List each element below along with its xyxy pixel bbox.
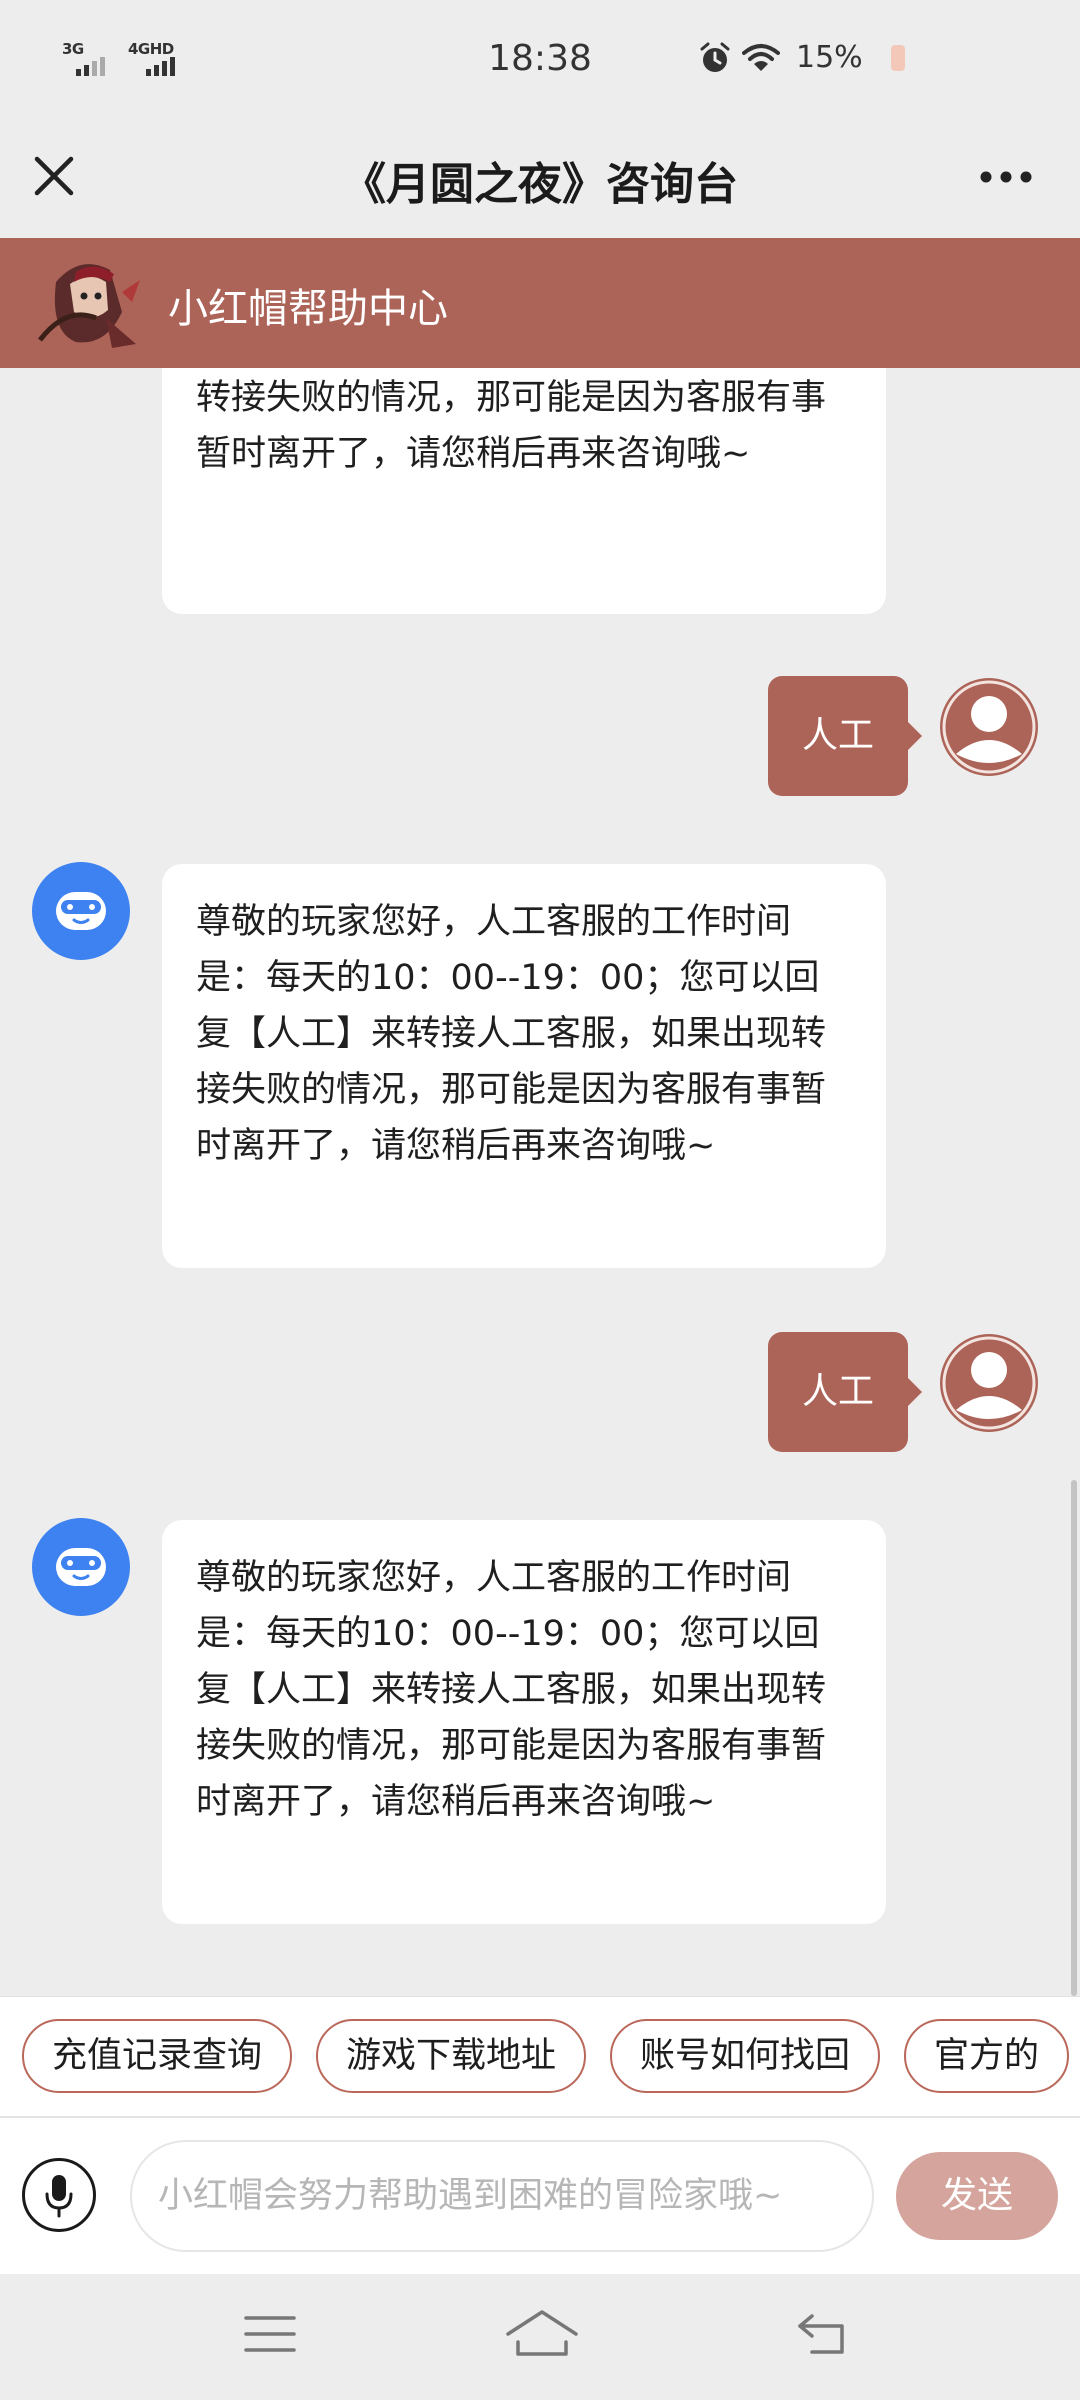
bot-avatar-icon xyxy=(32,862,130,960)
chat-scrollbar[interactable] xyxy=(1071,1480,1077,1996)
quick-reply-chip[interactable]: 官方的 xyxy=(904,2019,1070,2093)
input-bar: 小红帽会努力帮助遇到困难的冒险家哦~ 发送 xyxy=(0,2118,1080,2274)
system-navigation-bar xyxy=(0,2274,1080,2400)
bot-message-bubble: 尊敬的玩家您好，人工客服的工作时间是：每天的10：00--19：00；您可以回复… xyxy=(162,864,886,1268)
message-input[interactable]: 小红帽会努力帮助遇到困难的冒险家哦~ xyxy=(130,2140,874,2252)
bot-avatar-icon xyxy=(32,1518,130,1616)
page-title: 《月圆之夜》咨询台 xyxy=(342,159,738,210)
bot-message-bubble: 尊敬的玩家您好，人工客服的工作时间是：每天的10：00--19：00；您可以回复… xyxy=(162,1520,886,1924)
chat-area[interactable]: 回复【人工】来转接人工客服，如果出现转接失败的情况，那可能是因为客服有事暂时离开… xyxy=(0,368,1080,1996)
clock: 18:38 xyxy=(488,38,592,79)
alarm-icon xyxy=(700,42,730,72)
send-button[interactable]: 发送 xyxy=(896,2152,1058,2240)
back-icon[interactable] xyxy=(790,2306,854,2362)
home-icon[interactable] xyxy=(504,2306,580,2362)
quick-reply-chip[interactable]: 账号如何找回 xyxy=(610,2019,881,2093)
status-bar: 3G 4GHD 18:38 15% xyxy=(0,0,1080,120)
bot-message-text: 尊敬的玩家您好，人工客服的工作时间是：每天的10：00--19：00；您可以回复… xyxy=(196,902,827,1166)
battery-icon xyxy=(890,44,905,71)
user-message-bubble: 人工 xyxy=(768,1332,922,1452)
bot-message-text: 尊敬的玩家您好，人工客服的工作时间是：每天的10：00--19：00；您可以回复… xyxy=(196,1558,827,1822)
quick-replies: 充值记录查询 游戏下载地址 账号如何找回 官方的 xyxy=(0,1996,1080,2116)
user-message-text: 人工 xyxy=(801,715,874,756)
user-avatar-icon xyxy=(940,1334,1038,1432)
user-message-bubble: 人工 xyxy=(768,676,922,796)
battery-percent: 15% xyxy=(796,40,863,75)
brand-header: 小红帽帮助中心 xyxy=(0,238,1080,368)
more-icon[interactable] xyxy=(976,162,1036,192)
bot-message-text: 回复【人工】来转接人工客服，如果出现转接失败的情况，那可能是因为客服有事暂时离开… xyxy=(196,378,827,474)
voice-button[interactable] xyxy=(22,2158,96,2232)
user-message-text: 人工 xyxy=(801,1371,874,1412)
nav-bar: 《月圆之夜》咨询台 xyxy=(0,120,1080,238)
bot-message-bubble: 回复【人工】来转接人工客服，如果出现转接失败的情况，那可能是因为客服有事暂时离开… xyxy=(162,368,886,614)
quick-reply-chip[interactable]: 充值记录查询 xyxy=(22,2019,293,2093)
user-avatar-icon xyxy=(940,678,1038,776)
red-riding-hood-avatar-icon xyxy=(38,264,140,348)
wifi-icon xyxy=(742,43,780,71)
quick-reply-chip[interactable]: 游戏下载地址 xyxy=(316,2019,587,2093)
microphone-icon xyxy=(45,2175,73,2218)
help-center-name: 小红帽帮助中心 xyxy=(168,286,448,332)
menu-icon[interactable] xyxy=(238,2306,302,2362)
status-icons: 15% xyxy=(698,40,905,75)
